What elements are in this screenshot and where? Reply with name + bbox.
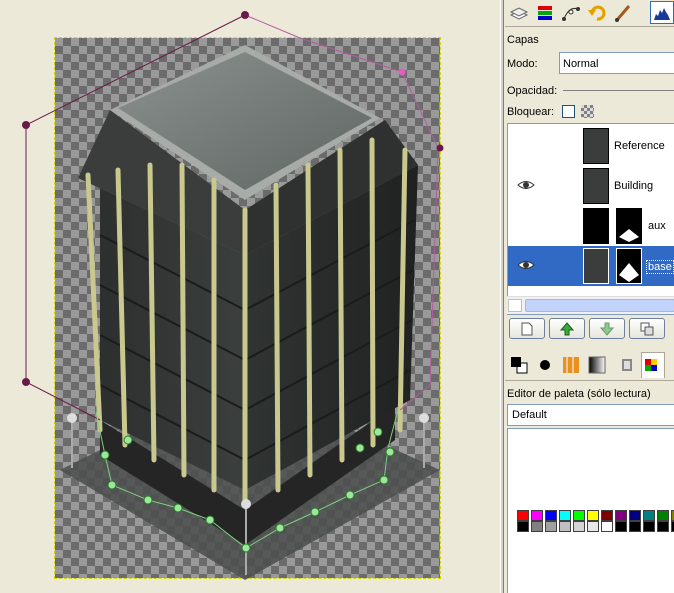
mode-label: Modo:	[507, 58, 538, 70]
dock-tab-bar	[505, 0, 674, 27]
lock-pixels-icon[interactable]	[581, 105, 594, 118]
histogram-icon[interactable]	[650, 1, 674, 24]
palette-swatch[interactable]	[643, 521, 655, 532]
layers-panel-title: Capas	[507, 34, 539, 46]
eye-icon[interactable]	[517, 179, 535, 191]
layer-thumbnail	[583, 208, 609, 244]
raise-layer-icon[interactable]	[549, 318, 585, 339]
palette-swatch[interactable]	[559, 510, 571, 521]
gradients-icon[interactable]	[585, 352, 609, 378]
palette-swatch[interactable]	[615, 521, 627, 532]
palette-swatch[interactable]	[573, 510, 585, 521]
layer-list[interactable]: Reference Building aux base	[507, 123, 674, 315]
undo-history-icon[interactable]	[585, 1, 609, 24]
palettes-icon[interactable]	[641, 352, 665, 378]
layer-row-building[interactable]: Building	[508, 166, 674, 206]
layer-thumbnail	[583, 168, 609, 204]
palette-swatch[interactable]	[545, 510, 557, 521]
dock-panel: Capas Modo: Normal Opacidad: Bloquear: R…	[505, 0, 674, 593]
paths-icon[interactable]	[559, 1, 583, 24]
palette-swatch[interactable]	[657, 510, 669, 521]
lower-layer-icon[interactable]	[589, 318, 625, 339]
duplicate-layer-icon[interactable]	[629, 318, 665, 339]
layers-icon[interactable]	[507, 1, 531, 24]
palette-swatch[interactable]	[573, 521, 585, 532]
mode-dropdown[interactable]: Normal	[559, 52, 674, 74]
lower-dock-tab-bar	[505, 350, 674, 381]
palette-swatch[interactable]	[587, 521, 599, 532]
palette-name-field[interactable]: Default	[507, 404, 674, 426]
opacity-slider[interactable]	[563, 90, 674, 91]
palette-swatch[interactable]	[629, 521, 641, 532]
palette-swatch[interactable]	[545, 521, 557, 532]
palette-swatch[interactable]	[587, 510, 599, 521]
fonts-icon[interactable]	[615, 352, 639, 378]
layer-mask-thumbnail[interactable]	[616, 248, 642, 284]
canvas-overlay[interactable]	[0, 0, 500, 593]
eye-icon[interactable]	[517, 259, 535, 271]
palette-swatch[interactable]	[559, 521, 571, 532]
layer-thumbnail	[583, 128, 609, 164]
scroll-left-button[interactable]	[508, 299, 522, 312]
layer-row-base[interactable]: base	[508, 246, 674, 286]
building-image	[60, 45, 440, 580]
brush-icon[interactable]	[611, 1, 635, 24]
palette-swatch[interactable]	[657, 521, 669, 532]
palette-swatch[interactable]	[517, 521, 529, 532]
palette-swatch[interactable]	[531, 521, 543, 532]
layer-row-aux[interactable]: aux	[508, 206, 674, 246]
scrollbar-thumb[interactable]	[525, 299, 674, 312]
palette-swatch[interactable]	[643, 510, 655, 521]
brushes-icon[interactable]	[533, 352, 557, 378]
layer-name[interactable]: aux	[648, 220, 666, 232]
lock-label: Bloquear:	[507, 106, 555, 118]
image-canvas-area[interactable]	[0, 0, 500, 593]
opacity-label: Opacidad:	[507, 85, 558, 97]
palette-swatch[interactable]	[531, 510, 543, 521]
layer-row-reference[interactable]: Reference	[508, 126, 674, 166]
layer-name[interactable]: Building	[614, 180, 653, 192]
fg-bg-color-icon[interactable]	[507, 352, 531, 378]
palette-editor-title: Editor de paleta (sólo lectura)	[507, 388, 651, 400]
layer-name[interactable]: base	[646, 260, 674, 274]
lock-alpha-checkbox[interactable]	[562, 105, 575, 118]
pane-divider[interactable]	[500, 0, 504, 593]
layer-button-bar	[507, 318, 674, 342]
layer-name[interactable]: Reference	[614, 140, 665, 152]
palette-swatch[interactable]	[629, 510, 641, 521]
palette-swatch[interactable]	[601, 510, 613, 521]
channels-icon[interactable]	[533, 1, 557, 24]
palette-swatch[interactable]	[615, 510, 627, 521]
patterns-icon[interactable]	[559, 352, 583, 378]
layer-list-scrollbar[interactable]	[507, 296, 674, 314]
layer-thumbnail	[583, 248, 609, 284]
palette-view[interactable]	[507, 428, 674, 593]
palette-swatch[interactable]	[601, 521, 613, 532]
new-layer-icon[interactable]	[509, 318, 545, 339]
palette-swatch[interactable]	[517, 510, 529, 521]
layer-mask-thumbnail[interactable]	[616, 208, 642, 244]
